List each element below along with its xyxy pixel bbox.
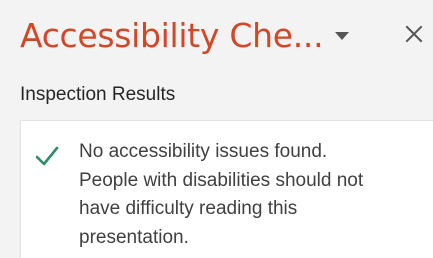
accessibility-checker-pane: Accessibility Che... Inspection Results: [0, 0, 433, 258]
result-line: have difficulty reading this: [79, 198, 298, 219]
result-line: presentation.: [79, 226, 189, 248]
inspection-results-label: Inspection Results: [20, 84, 176, 105]
close-pane-button[interactable]: [400, 20, 428, 48]
task-pane-options-button[interactable]: [330, 24, 354, 48]
inspection-result-message: No accessibility issues found. People wi…: [79, 138, 419, 252]
result-line: People with disabilities should not: [79, 169, 364, 191]
checkmark-icon: [35, 145, 59, 167]
dropdown-triangle-icon: [330, 24, 354, 48]
result-line: No accessibility issues found.: [79, 141, 328, 162]
pane-header: Accessibility Che...: [0, 0, 433, 78]
close-x-icon: [400, 20, 428, 48]
inspection-results-box: No accessibility issues found. People wi…: [20, 120, 433, 258]
pane-title: Accessibility Che...: [20, 16, 324, 55]
